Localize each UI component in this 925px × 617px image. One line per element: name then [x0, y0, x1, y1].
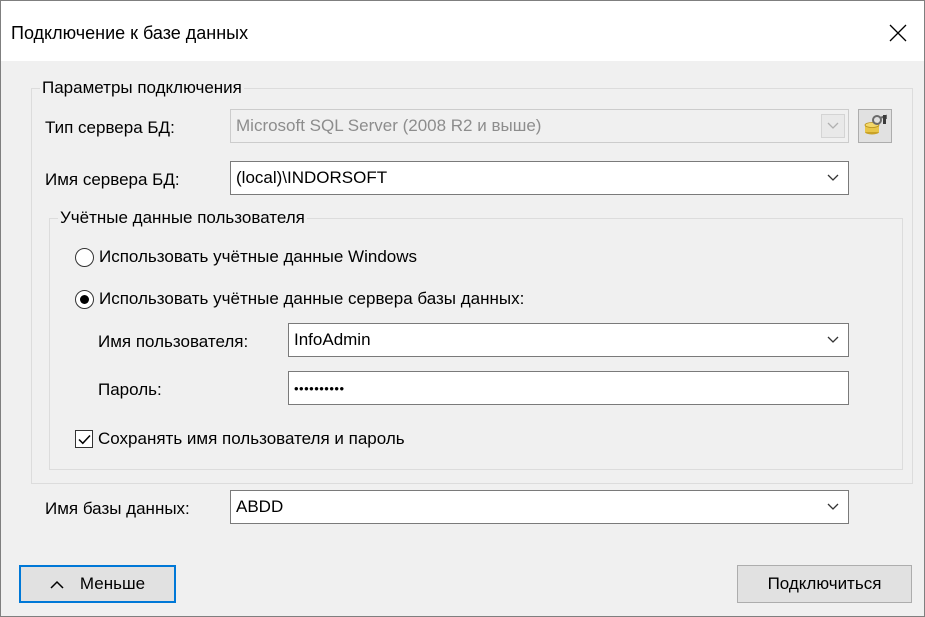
- username-value: InfoAdmin: [294, 330, 371, 349]
- less-button[interactable]: Меньше: [19, 565, 176, 603]
- close-button[interactable]: [878, 13, 918, 53]
- windows-auth-label: Использовать учётные данные Windows: [99, 247, 418, 266]
- save-credentials-checkbox[interactable]: Сохранять имя пользователя и пароль: [75, 429, 405, 449]
- title-bar: Подключение к базе данных: [1, 1, 924, 61]
- password-label: Пароль:: [98, 380, 162, 399]
- windows-auth-radio[interactable]: Использовать учётные данные Windows: [75, 247, 417, 267]
- chevron-down-icon: [827, 174, 839, 181]
- server-name-label: Имя сервера БД:: [45, 170, 180, 189]
- database-name-select[interactable]: ABDD: [230, 490, 849, 524]
- window-title: Подключение к базе данных: [11, 23, 249, 43]
- radio-unchecked-icon: [75, 247, 94, 267]
- database-key-icon: [864, 114, 887, 135]
- password-field[interactable]: ••••••••••: [288, 371, 849, 405]
- checkbox-checked-icon: [75, 430, 93, 448]
- less-button-label: Меньше: [79, 574, 146, 593]
- close-icon: [889, 24, 907, 42]
- database-settings-button[interactable]: [858, 109, 892, 143]
- username-select[interactable]: InfoAdmin: [288, 323, 849, 357]
- save-credentials-label: Сохранять имя пользователя и пароль: [98, 429, 405, 448]
- server-name-value: (local)\INDORSOFT: [236, 168, 388, 187]
- chevron-down-icon: [827, 122, 839, 129]
- database-name-value: ABDD: [236, 497, 284, 516]
- chevron-down-icon: [827, 503, 839, 510]
- connect-button[interactable]: Подключиться: [737, 565, 912, 603]
- database-name-label: Имя базы данных:: [45, 499, 190, 518]
- credentials-legend: Учётные данные пользователя: [58, 208, 307, 228]
- username-label: Имя пользователя:: [98, 332, 249, 351]
- password-value: ••••••••••: [294, 380, 345, 396]
- chevron-up-icon: [50, 580, 64, 589]
- connection-params-legend: Параметры подключения: [40, 78, 244, 98]
- server-auth-label: Использовать учётные данные сервера базы…: [99, 289, 525, 308]
- server-type-select[interactable]: Microsoft SQL Server (2008 R2 и выше): [230, 109, 849, 143]
- server-auth-radio[interactable]: Использовать учётные данные сервера базы…: [75, 289, 524, 309]
- server-type-label: Тип сервера БД:: [45, 118, 175, 137]
- server-name-select[interactable]: (local)\INDORSOFT: [230, 161, 849, 195]
- connection-dialog: Подключение к базе данных Параметры подк…: [0, 0, 925, 617]
- server-type-value: Microsoft SQL Server (2008 R2 и выше): [236, 116, 542, 135]
- connect-button-label: Подключиться: [767, 574, 882, 593]
- chevron-down-icon: [827, 336, 839, 343]
- radio-checked-icon: [75, 289, 94, 309]
